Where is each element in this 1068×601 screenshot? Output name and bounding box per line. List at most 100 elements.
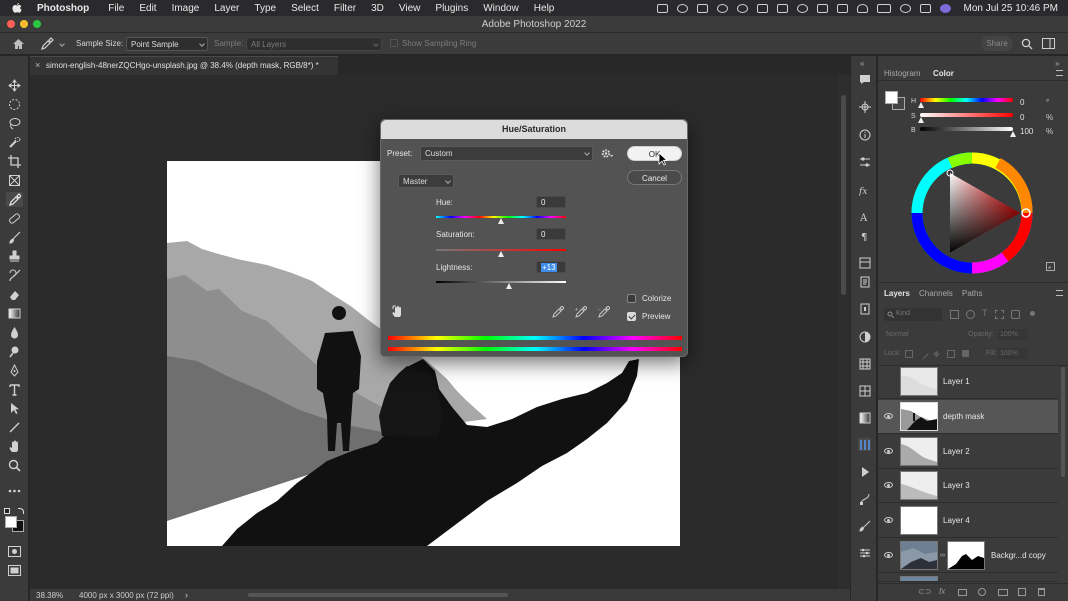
layer-name[interactable]: Layer 1 xyxy=(943,377,970,386)
menu-filter[interactable]: Filter xyxy=(334,3,356,14)
lightness-field[interactable]: +13 xyxy=(536,261,566,273)
hue-field[interactable]: 0 xyxy=(536,196,566,208)
add-mask-icon[interactable] xyxy=(958,589,967,596)
spotlight-icon[interactable] xyxy=(899,3,911,13)
hue-slider[interactable] xyxy=(920,98,1013,102)
fill-field[interactable]: 100% xyxy=(998,348,1028,359)
eyedropper-tool[interactable] xyxy=(6,192,23,207)
new-group-icon[interactable] xyxy=(998,589,1008,596)
menu-help[interactable]: Help xyxy=(534,3,555,14)
ok-button[interactable]: OK xyxy=(627,146,682,161)
preset-select[interactable]: Custom xyxy=(420,146,593,161)
tool-preset-chevron-icon[interactable] xyxy=(59,41,65,47)
edit-toolbar-button[interactable] xyxy=(6,483,23,498)
saturation-slider-handle[interactable] xyxy=(498,251,504,257)
layer-name[interactable]: Layer 2 xyxy=(943,447,970,456)
layer-row-background-copy[interactable]: ∞ Backgr...d copy xyxy=(878,539,1058,573)
airplay-icon[interactable] xyxy=(756,3,768,13)
channel-select[interactable]: Master xyxy=(398,174,454,188)
b-value[interactable]: 100 xyxy=(1020,127,1033,136)
bookmark-icon[interactable] xyxy=(776,3,788,13)
vertical-scroll-thumb[interactable] xyxy=(841,95,846,295)
layer-name[interactable]: Layer 4 xyxy=(943,516,970,525)
lock-all-icon[interactable] xyxy=(962,350,969,357)
pen-tool[interactable] xyxy=(6,363,23,378)
expand-icon[interactable] xyxy=(1046,262,1055,271)
layer-row-depth-mask[interactable]: depth mask xyxy=(878,400,1058,434)
menu-image[interactable]: Image xyxy=(172,3,200,14)
add-layer-style-icon[interactable]: fx xyxy=(939,587,945,596)
clone-stamp-tool[interactable] xyxy=(6,249,23,264)
menu-app-name[interactable]: Photoshop xyxy=(37,3,89,14)
search-icon[interactable] xyxy=(1021,38,1033,50)
lightness-slider-handle[interactable] xyxy=(506,283,512,289)
preset-options-gear-icon[interactable] xyxy=(601,148,613,159)
saturation-slider-knob[interactable] xyxy=(918,117,924,123)
filter-shape-icon[interactable] xyxy=(995,310,1004,319)
home-icon[interactable] xyxy=(12,38,25,50)
menubar-clock[interactable]: Mon Jul 25 10:46 PM xyxy=(964,3,1059,14)
visibility-eye-icon[interactable] xyxy=(884,517,893,523)
tab-color[interactable]: Color xyxy=(933,69,954,78)
move-tool[interactable] xyxy=(6,78,23,93)
sample-size-select[interactable]: Point Sample xyxy=(126,37,208,51)
tab-histogram[interactable]: Histogram xyxy=(884,69,920,78)
filter-adjustment-icon[interactable] xyxy=(966,310,975,319)
opacity-field[interactable]: 100% xyxy=(998,329,1028,340)
hand-tool[interactable] xyxy=(6,439,23,454)
close-tab-icon[interactable]: × xyxy=(35,60,40,70)
collapse-panels-icon[interactable]: « xyxy=(860,59,864,68)
apple-icon[interactable] xyxy=(12,2,22,14)
blur-tool[interactable] xyxy=(6,325,23,340)
lock-paint-icon[interactable] xyxy=(917,348,929,360)
screen-record-icon[interactable] xyxy=(656,3,668,13)
quick-mask-button[interactable] xyxy=(6,544,23,559)
libraries-icon[interactable] xyxy=(858,256,871,269)
menu-type[interactable]: Type xyxy=(254,3,276,14)
foreground-color-swatch[interactable] xyxy=(5,516,17,528)
collapse-right-icon[interactable]: » xyxy=(1055,59,1059,68)
default-colors-icon[interactable] xyxy=(4,508,10,514)
link-layers-icon[interactable]: ⊂⊃ xyxy=(918,587,931,596)
color-swatches[interactable] xyxy=(4,508,26,532)
tab-layers[interactable]: Layers xyxy=(884,289,910,298)
patterns-icon[interactable] xyxy=(858,384,871,397)
brush-tool[interactable] xyxy=(6,230,23,245)
line-tool[interactable] xyxy=(6,420,23,435)
frame-tool[interactable] xyxy=(6,173,23,188)
gradient-tool[interactable] xyxy=(6,306,23,321)
paragraph-icon[interactable]: ¶ xyxy=(858,229,871,242)
zoom-level[interactable]: 38.38% xyxy=(36,591,63,600)
s-value[interactable]: 0 xyxy=(1020,113,1024,122)
lasso-tool[interactable] xyxy=(6,116,23,131)
bluetooth-icon[interactable] xyxy=(836,3,848,13)
color-panel-menu-icon[interactable] xyxy=(1056,70,1063,76)
hue-slider-handle[interactable] xyxy=(498,218,504,224)
dropbox-icon[interactable] xyxy=(696,3,708,13)
sync-icon[interactable] xyxy=(736,3,748,13)
gradients-icon[interactable] xyxy=(858,411,871,424)
menu-layer[interactable]: Layer xyxy=(214,3,239,14)
layer-row-layer-1[interactable]: Layer 1 xyxy=(878,365,1058,399)
h-value[interactable]: 0 xyxy=(1020,98,1024,107)
eyedropper-icon[interactable] xyxy=(552,306,564,318)
filter-pixel-icon[interactable] xyxy=(950,310,959,319)
menu-view[interactable]: View xyxy=(399,3,421,14)
layer-name[interactable]: Backgr...d copy xyxy=(991,551,1046,560)
new-adjustment-layer-icon[interactable] xyxy=(978,588,986,596)
filter-toggle-icon[interactable] xyxy=(1030,311,1035,316)
vertical-scrollbar[interactable] xyxy=(838,75,850,589)
app-grid-icon[interactable] xyxy=(816,3,828,13)
comments-icon[interactable] xyxy=(858,73,871,86)
screen-mode-button[interactable] xyxy=(6,563,23,578)
history-brush-tool[interactable] xyxy=(6,268,23,283)
show-sampling-ring-checkbox[interactable] xyxy=(390,39,398,47)
menu-window[interactable]: Window xyxy=(483,3,519,14)
share-button[interactable]: Share xyxy=(981,36,1013,51)
cloud-icon[interactable] xyxy=(796,3,808,13)
visibility-eye-icon[interactable] xyxy=(884,448,893,454)
properties-icon[interactable] xyxy=(858,155,871,168)
tab-channels[interactable]: Channels xyxy=(919,289,953,298)
brightness-slider[interactable] xyxy=(920,127,1013,131)
sample-select[interactable]: All Layers xyxy=(246,37,382,51)
